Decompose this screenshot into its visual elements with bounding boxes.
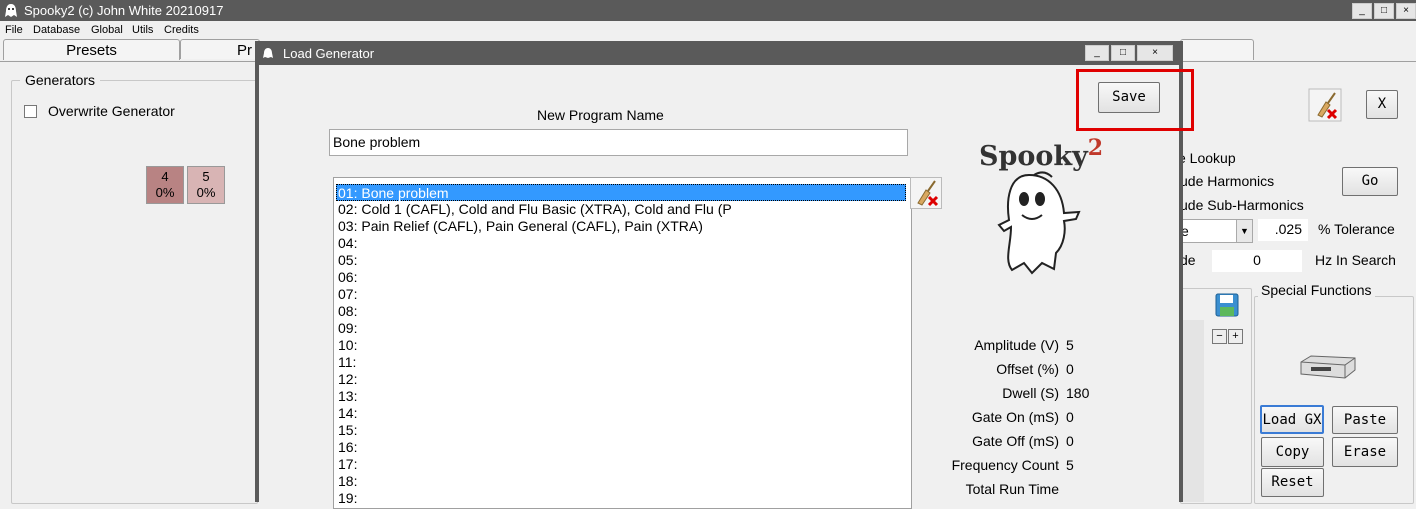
hz-search-label: Hz In Search xyxy=(1315,252,1396,268)
setting-label: Gate Off (mS) xyxy=(972,433,1059,449)
special-functions-title: Special Functions xyxy=(1258,282,1375,298)
clear-broom-icon[interactable] xyxy=(1308,88,1342,122)
setting-label: Gate On (mS) xyxy=(971,409,1059,425)
program-list-item[interactable]: 06: xyxy=(337,269,357,286)
menu-utils[interactable]: Utils xyxy=(132,24,153,36)
program-list-item[interactable]: 01: Bone problem xyxy=(336,184,906,201)
main-titlebar: Spooky2 (c) John White 20210917 _ □ × xyxy=(0,0,1416,21)
program-list-item[interactable]: 12: xyxy=(337,371,357,388)
overwrite-generator-label: Overwrite Generator xyxy=(48,103,175,119)
setting-label: Offset (%) xyxy=(996,361,1059,377)
logo-superscript: 2 xyxy=(1087,135,1104,161)
setting-value: 0 xyxy=(1066,433,1074,449)
main-window-controls: _ □ × xyxy=(1350,0,1416,19)
program-list-item[interactable]: 02: Cold 1 (CAFL), Cold and Flu Basic (X… xyxy=(337,201,732,218)
minimize-button[interactable]: _ xyxy=(1352,3,1372,19)
program-list-item[interactable]: 16: xyxy=(337,439,357,456)
copy-button[interactable]: Copy xyxy=(1261,437,1324,467)
setting-label: Dwell (S) xyxy=(1002,385,1059,401)
program-name-input[interactable]: Bone problem xyxy=(329,129,908,156)
dialog-close-button[interactable]: × xyxy=(1137,45,1173,61)
dialog-body: New Program Name Bone problem Save 01: B… xyxy=(259,65,1194,509)
setting-value: 5 xyxy=(1066,457,1074,473)
dialog-title: Load Generator xyxy=(283,46,375,61)
program-list-item[interactable]: 10: xyxy=(337,337,357,354)
tab-right[interactable] xyxy=(1180,39,1254,60)
new-program-name-label: New Program Name xyxy=(537,107,664,123)
program-list-item[interactable]: 14: xyxy=(337,405,357,422)
save-highlight-box xyxy=(1076,69,1194,131)
generator-percent: 0% xyxy=(155,185,175,200)
setting-value: 5 xyxy=(1066,337,1074,353)
menu-file[interactable]: File xyxy=(5,24,23,36)
generator-number: 5 xyxy=(202,169,210,184)
generator-device-icon xyxy=(1300,355,1356,379)
menu-credits[interactable]: Credits xyxy=(164,24,199,36)
lookup-select[interactable]: e ▼ xyxy=(1176,219,1253,243)
generators-panel xyxy=(11,80,258,504)
tab-programs[interactable]: Pr xyxy=(180,39,260,59)
program-list-item[interactable]: 15: xyxy=(337,422,357,439)
generators-title: Generators xyxy=(20,72,101,88)
paste-button[interactable]: Paste xyxy=(1332,406,1398,434)
generator-number: 4 xyxy=(161,169,169,184)
chevron-down-icon[interactable]: ▼ xyxy=(1236,220,1252,242)
program-list-item[interactable]: 11: xyxy=(337,354,356,371)
generator-percent: 0% xyxy=(196,185,216,200)
dialog-minimize-button[interactable]: _ xyxy=(1085,45,1109,61)
erase-button[interactable]: Erase xyxy=(1332,437,1398,467)
load-gx-button[interactable]: Load GX xyxy=(1260,405,1324,434)
maximize-button[interactable]: □ xyxy=(1374,3,1394,19)
program-list-item[interactable]: 04: xyxy=(337,235,357,252)
include-harmonics-label: ude Harmonics xyxy=(1180,173,1275,189)
spooky-app-icon xyxy=(5,4,17,17)
main-window-title: Spooky2 (c) John White 20210917 xyxy=(24,3,224,18)
reset-button[interactable]: Reset xyxy=(1261,468,1324,497)
menu-global[interactable]: Global xyxy=(91,24,123,36)
save-floppy-icon[interactable] xyxy=(1214,292,1240,318)
program-list-item[interactable]: 13: xyxy=(337,388,357,405)
tolerance-input[interactable]: .025 xyxy=(1258,219,1308,241)
tolerance-label: % Tolerance xyxy=(1318,221,1395,237)
program-list-item[interactable]: 07: xyxy=(337,286,357,303)
program-list-item[interactable]: 08: xyxy=(337,303,357,320)
overwrite-generator-checkbox[interactable] xyxy=(24,105,37,118)
lookup-title: e Lookup xyxy=(1178,150,1236,166)
ghost-logo-icon xyxy=(997,171,1081,275)
program-list-item[interactable]: 05: xyxy=(337,252,357,269)
dialog-maximize-button[interactable]: □ xyxy=(1111,45,1135,61)
go-button[interactable]: Go xyxy=(1342,167,1398,196)
setting-label: Frequency Count xyxy=(951,457,1059,473)
generator-5-tile[interactable]: 5 0% xyxy=(187,166,225,204)
program-list-item[interactable]: 17: xyxy=(337,456,357,473)
load-generator-dialog: Load Generator _ □ × New Program Name Bone… xyxy=(255,41,1194,509)
stepper-plus-button[interactable]: + xyxy=(1228,329,1243,344)
setting-label: Total Run Time xyxy=(965,481,1059,497)
ghost-icon xyxy=(263,48,273,58)
dialog-window-controls: _ □ × xyxy=(1083,42,1173,61)
program-list-item[interactable]: 09: xyxy=(337,320,357,337)
scrollbar-track[interactable] xyxy=(1182,320,1204,502)
setting-value: 0 xyxy=(1066,409,1074,425)
menu-bar: File Database Global Utils Credits xyxy=(0,21,1416,39)
program-list-item[interactable]: 03: Pain Relief (CAFL), Pain General (CA… xyxy=(337,218,703,235)
program-list[interactable]: 01: Bone problem 02: Cold 1 (CAFL), Cold … xyxy=(333,177,912,509)
setting-label: Amplitude (V) xyxy=(974,337,1059,353)
right-close-button[interactable]: X xyxy=(1366,90,1398,119)
include-subharmonics-label: ude Sub-Harmonics xyxy=(1180,197,1304,213)
setting-value: 180 xyxy=(1066,385,1090,401)
program-list-item[interactable]: 19: xyxy=(337,490,357,507)
program-list-item[interactable]: 18: xyxy=(337,473,357,490)
generator-4-tile[interactable]: 4 0% xyxy=(146,166,184,204)
close-button[interactable]: × xyxy=(1396,3,1416,19)
setting-value: 0 xyxy=(1066,361,1074,377)
menu-database[interactable]: Database xyxy=(33,24,80,36)
hz-search-input[interactable]: 0 xyxy=(1212,250,1302,272)
stepper-minus-button[interactable]: − xyxy=(1212,329,1227,344)
tab-presets[interactable]: Presets xyxy=(3,39,180,60)
clear-list-broom-icon[interactable] xyxy=(910,177,942,209)
